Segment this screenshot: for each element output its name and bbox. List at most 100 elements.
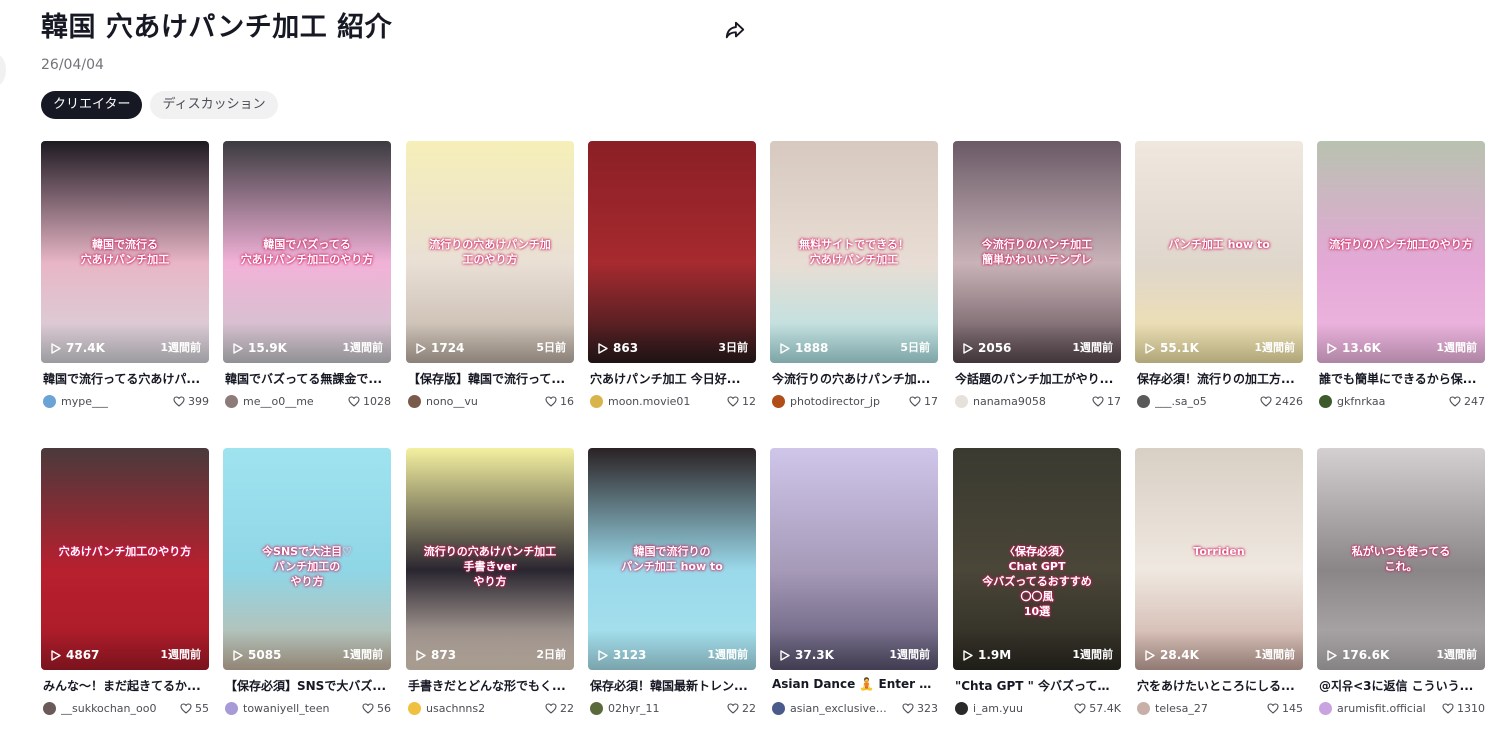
avatar[interactable] [1137, 701, 1150, 715]
video-card[interactable]: 今流行りのパンチ加工 簡単かわいいテンプレ 2056 1週間前今話題のパンチ加工がやり… [953, 141, 1121, 421]
author-name[interactable]: usachnns2 [426, 702, 485, 715]
avatar[interactable] [590, 394, 603, 408]
video-caption[interactable]: 穴をあけたいところにしる... [1137, 677, 1303, 694]
video-caption[interactable]: みんな〜！まだ起きてるか... [43, 677, 209, 694]
like-count: 1028 [348, 395, 391, 408]
play-icon [416, 342, 426, 354]
avatar[interactable] [955, 394, 968, 408]
video-thumbnail[interactable]: 私がいつも使ってる これ。 176.6K 1週間前 [1317, 448, 1485, 670]
avatar[interactable] [43, 701, 56, 715]
video-card[interactable]: 流行りの穴あけパンチ加 工のやり方 1724 5日前【保存版】韓国で流行って... no… [406, 141, 574, 421]
avatar[interactable] [408, 394, 421, 408]
video-caption[interactable]: @지유<3に返信 こういう... [1319, 677, 1485, 694]
author-name[interactable]: __sukkochan_oo0 [61, 702, 156, 715]
post-age: 1週間前 [1254, 648, 1295, 661]
video-caption[interactable]: 今話題のパンチ加工がやり... [955, 370, 1121, 387]
author-name[interactable]: moon.movie01 [608, 395, 690, 408]
author-name[interactable]: towaniyell_teen [243, 702, 330, 715]
avatar[interactable] [408, 701, 421, 715]
video-thumbnail[interactable]: パンチ加工 how to 55.1K 1週間前 [1135, 141, 1303, 363]
avatar[interactable] [225, 394, 238, 408]
video-card[interactable]: 無料サイトでできる！ 穴あけパンチ加工 1888 5日前今流行りの穴あけパンチ加...… [770, 141, 938, 421]
play-icon [1145, 649, 1155, 661]
video-caption[interactable]: 誰でも簡単にできるから保... [1319, 370, 1485, 387]
author-name[interactable]: mype___ [61, 395, 108, 408]
author-name[interactable]: 02hyr_11 [608, 702, 660, 715]
video-thumbnail[interactable]: 韓国でバズってる 穴あけパンチ加工のやり方 15.9K 1週間前 [223, 141, 391, 363]
video-card[interactable]: 韓国で流行る 穴あけパンチ加工 77.4K 1週間前韓国で流行ってる穴あけパ... my… [41, 141, 209, 421]
video-thumbnail[interactable]: 穴あけパンチ加工のやり方 4867 1週間前 [41, 448, 209, 670]
video-thumbnail[interactable]: 863 3日前 [588, 141, 756, 363]
avatar[interactable] [772, 394, 785, 408]
author-name[interactable]: arumisfit.official [1337, 702, 1426, 715]
video-caption[interactable]: 今流行りの穴あけパンチ加... [772, 370, 938, 387]
video-meta: i_am.yuu 57.4K [955, 700, 1121, 716]
avatar[interactable] [955, 701, 968, 715]
avatar[interactable] [43, 394, 56, 408]
video-thumbnail[interactable]: 〈保存必須〉 Chat GPT 今バズってるおすすめ 〇〇風 10選 1.9M 1週間前 [953, 448, 1121, 670]
side-collapse-button[interactable] [0, 54, 6, 86]
video-card[interactable]: 今SNSで大注目♡ パンチ加工の やり方 5085 1週間前【保存必須】SNSで大バズ.… [223, 448, 391, 728]
author-name[interactable]: nanama9058 [973, 395, 1046, 408]
video-thumbnail[interactable]: Torriden 28.4K 1週間前 [1135, 448, 1303, 670]
video-card[interactable]: 韓国で流行りの パンチ加工 how to 3123 1週間前保存必須！韓国最新トレン.… [588, 448, 756, 728]
like-count: 2426 [1260, 395, 1303, 408]
video-meta: telesa_27 145 [1137, 700, 1303, 716]
video-caption[interactable]: 手書きだとどんな形でもく... [408, 677, 574, 694]
view-count: 4867 [51, 648, 99, 662]
video-caption[interactable]: 保存必須！流行りの加工方... [1137, 370, 1303, 387]
video-thumbnail[interactable]: 流行りのパンチ加工のやり方 13.6K 1週間前 [1317, 141, 1485, 363]
avatar[interactable] [225, 701, 238, 715]
view-count: 3123 [598, 648, 646, 662]
video-card[interactable]: 韓国でバズってる 穴あけパンチ加工のやり方 15.9K 1週間前韓国でバズってる無課金… [223, 141, 391, 421]
video-caption[interactable]: 保存必須！韓国最新トレン... [590, 677, 756, 694]
tab-creator[interactable]: クリエイター [41, 91, 143, 119]
video-card[interactable]: 37.3K 1週間前 Asian Dance 🧘 Enter a... asian_e… [770, 448, 938, 728]
avatar[interactable] [1137, 394, 1150, 408]
author-name[interactable]: photodirector_jp [790, 395, 880, 408]
avatar[interactable] [590, 701, 603, 715]
video-caption[interactable]: 【保存必須】SNSで大バズ... [225, 677, 391, 694]
video-card[interactable]: 〈保存必須〉 Chat GPT 今バズってるおすすめ 〇〇風 10選 1.9M 1週間前 "C… [953, 448, 1121, 728]
video-card[interactable]: パンチ加工 how to 55.1K 1週間前保存必須！流行りの加工方... ___.… [1135, 141, 1303, 421]
author-name[interactable]: me__o0__me [243, 395, 314, 408]
post-age: 5日前 [536, 341, 566, 354]
author-name[interactable]: telesa_27 [1155, 702, 1208, 715]
tab-discussion[interactable]: ディスカッション [150, 91, 278, 119]
author-name[interactable]: i_am.yuu [973, 702, 1023, 715]
video-thumbnail[interactable]: 無料サイトでできる！ 穴あけパンチ加工 1888 5日前 [770, 141, 938, 363]
video-thumbnail[interactable]: 韓国で流行りの パンチ加工 how to 3123 1週間前 [588, 448, 756, 670]
author-name[interactable]: nono__vu [426, 395, 478, 408]
avatar[interactable] [1319, 394, 1332, 408]
author-name[interactable]: gkfnrkaa [1337, 395, 1385, 408]
post-age: 1週間前 [1072, 648, 1113, 661]
video-thumbnail[interactable]: 今SNSで大注目♡ パンチ加工の やり方 5085 1週間前 [223, 448, 391, 670]
video-thumbnail[interactable]: 韓国で流行る 穴あけパンチ加工 77.4K 1週間前 [41, 141, 209, 363]
video-caption[interactable]: 韓国で流行ってる穴あけパ... [43, 370, 209, 387]
video-thumbnail[interactable]: 流行りの穴あけパンチ加工 手書きver やり方 873 2日前 [406, 448, 574, 670]
video-caption[interactable]: 韓国でバズってる無課金で... [225, 370, 391, 387]
video-card[interactable]: 863 3日前 穴あけパンチ加工 今日好... moon.movie01 12 [588, 141, 756, 421]
video-caption[interactable]: Asian Dance 🧘 Enter a... [772, 677, 938, 691]
avatar[interactable] [1319, 701, 1332, 715]
video-caption[interactable]: 穴あけパンチ加工 今日好... [590, 370, 756, 387]
video-card[interactable]: 流行りのパンチ加工のやり方 13.6K 1週間前誰でも簡単にできるから保... gkf… [1317, 141, 1485, 421]
video-thumbnail[interactable]: 流行りの穴あけパンチ加 工のやり方 1724 5日前 [406, 141, 574, 363]
play-icon [1327, 342, 1337, 354]
video-card[interactable]: 穴あけパンチ加工のやり方 4867 1週間前みんな〜！まだ起きてるか... __suk… [41, 448, 209, 728]
author-name[interactable]: asian_exclusive_... [790, 702, 890, 715]
video-card[interactable]: 私がいつも使ってる これ。 176.6K 1週間前 @지유<3に返信 こういう... ar… [1317, 448, 1485, 728]
share-button[interactable] [721, 16, 749, 44]
author-name[interactable]: ___.sa_o5 [1155, 395, 1207, 408]
video-card[interactable]: Torriden 28.4K 1週間前穴をあけたいところにしる... telesa_2… [1135, 448, 1303, 728]
view-count: 176.6K [1327, 648, 1389, 662]
video-caption[interactable]: "Chta GPT " 今バズってる... [955, 677, 1121, 694]
video-card[interactable]: 流行りの穴あけパンチ加工 手書きver やり方 873 2日前手書きだとどんな形でもく.… [406, 448, 574, 728]
view-count-value: 13.6K [1342, 341, 1381, 355]
video-thumbnail[interactable]: 37.3K 1週間前 [770, 448, 938, 670]
video-caption[interactable]: 【保存版】韓国で流行って... [408, 370, 574, 387]
heart-icon [1442, 702, 1454, 714]
video-thumbnail[interactable]: 今流行りのパンチ加工 簡単かわいいテンプレ 2056 1週間前 [953, 141, 1121, 363]
like-count-value: 1028 [363, 394, 391, 408]
avatar[interactable] [772, 701, 785, 715]
